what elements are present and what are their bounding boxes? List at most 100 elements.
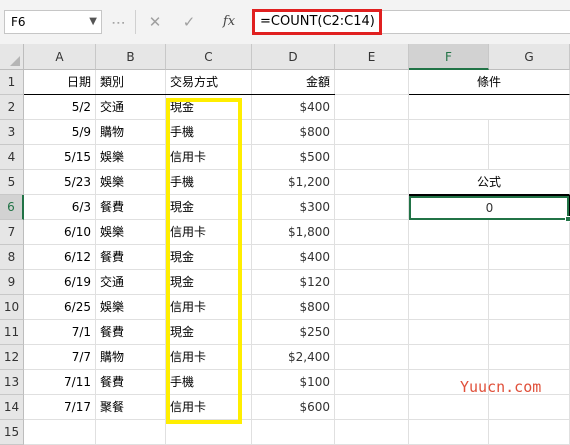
- cell[interactable]: [335, 420, 409, 445]
- header-category[interactable]: 類別: [96, 70, 166, 95]
- cell-method[interactable]: 現金: [166, 195, 252, 220]
- row-header-9[interactable]: 9: [0, 270, 24, 295]
- cell-amount[interactable]: $250: [252, 320, 335, 345]
- cancel-icon[interactable]: ✕: [142, 10, 168, 34]
- cell-method[interactable]: 信用卡: [166, 220, 252, 245]
- cell[interactable]: [489, 345, 570, 370]
- cell-method[interactable]: 現金: [166, 95, 252, 120]
- cell-date[interactable]: 7/17: [24, 395, 96, 420]
- row-header-5[interactable]: 5: [0, 170, 24, 195]
- cell[interactable]: [489, 395, 570, 420]
- cell-category[interactable]: 交通: [96, 95, 166, 120]
- name-box[interactable]: F6 ▼: [4, 10, 102, 34]
- cell-method[interactable]: 信用卡: [166, 395, 252, 420]
- cell[interactable]: [409, 420, 489, 445]
- cell-method[interactable]: 現金: [166, 245, 252, 270]
- cell[interactable]: [409, 120, 489, 145]
- cell[interactable]: [335, 145, 409, 170]
- cell-category[interactable]: 餐費: [96, 370, 166, 395]
- cell[interactable]: [335, 320, 409, 345]
- cell[interactable]: [335, 270, 409, 295]
- cell-date[interactable]: 6/25: [24, 295, 96, 320]
- cell[interactable]: [489, 245, 570, 270]
- cell[interactable]: [489, 220, 570, 245]
- cell[interactable]: [335, 370, 409, 395]
- column-header-d[interactable]: D: [252, 44, 335, 70]
- cell-amount[interactable]: $100: [252, 370, 335, 395]
- cell-category[interactable]: 購物: [96, 345, 166, 370]
- row-header-6[interactable]: 6: [0, 195, 24, 220]
- cell-date[interactable]: 6/19: [24, 270, 96, 295]
- cell[interactable]: [409, 395, 489, 420]
- cell[interactable]: [489, 420, 570, 445]
- cell[interactable]: [409, 320, 489, 345]
- cell-category[interactable]: 娛樂: [96, 170, 166, 195]
- formula-input[interactable]: =COUNT(C2:C14): [252, 9, 382, 35]
- cell-method[interactable]: 現金: [166, 270, 252, 295]
- cell[interactable]: [409, 345, 489, 370]
- cell-amount[interactable]: $400: [252, 245, 335, 270]
- cell-category[interactable]: 餐費: [96, 320, 166, 345]
- cell-amount[interactable]: $800: [252, 295, 335, 320]
- enter-icon[interactable]: ✓: [176, 10, 202, 34]
- header-method[interactable]: 交易方式: [166, 70, 252, 95]
- column-header-e[interactable]: E: [335, 44, 409, 70]
- chevron-down-icon[interactable]: ▼: [89, 11, 97, 33]
- cell-date[interactable]: 5/9: [24, 120, 96, 145]
- cell[interactable]: [409, 220, 489, 245]
- cell-method[interactable]: 信用卡: [166, 295, 252, 320]
- cell-date[interactable]: 7/7: [24, 345, 96, 370]
- row-header-11[interactable]: 11: [0, 320, 24, 345]
- fill-handle[interactable]: [565, 216, 570, 222]
- cell-method[interactable]: 手機: [166, 120, 252, 145]
- cell[interactable]: [335, 295, 409, 320]
- row-header-12[interactable]: 12: [0, 345, 24, 370]
- cell-date[interactable]: 6/12: [24, 245, 96, 270]
- cell-date[interactable]: 7/1: [24, 320, 96, 345]
- cell-amount[interactable]: $400: [252, 95, 335, 120]
- cell[interactable]: [409, 270, 489, 295]
- cell-amount[interactable]: $500: [252, 145, 335, 170]
- cell-date[interactable]: 6/10: [24, 220, 96, 245]
- cell-amount[interactable]: $2,400: [252, 345, 335, 370]
- cell[interactable]: [335, 245, 409, 270]
- cell-amount[interactable]: $600: [252, 395, 335, 420]
- row-header-15[interactable]: 15: [0, 420, 24, 445]
- cell-date[interactable]: 7/11: [24, 370, 96, 395]
- cell[interactable]: [166, 420, 252, 445]
- cell-category[interactable]: 交通: [96, 270, 166, 295]
- column-header-b[interactable]: B: [96, 44, 166, 70]
- cell-method[interactable]: 信用卡: [166, 145, 252, 170]
- row-header-2[interactable]: 2: [0, 95, 24, 120]
- cell-amount[interactable]: $300: [252, 195, 335, 220]
- row-header-10[interactable]: 10: [0, 295, 24, 320]
- cell-method[interactable]: 現金: [166, 320, 252, 345]
- cell-date[interactable]: 6/3: [24, 195, 96, 220]
- cell-amount[interactable]: $1,200: [252, 170, 335, 195]
- cell-amount[interactable]: $1,800: [252, 220, 335, 245]
- cell[interactable]: [335, 170, 409, 195]
- cell[interactable]: [409, 145, 489, 170]
- cell[interactable]: [96, 420, 166, 445]
- row-header-14[interactable]: 14: [0, 395, 24, 420]
- cell-method[interactable]: 手機: [166, 370, 252, 395]
- cell-date[interactable]: 5/2: [24, 95, 96, 120]
- cell-method[interactable]: 信用卡: [166, 345, 252, 370]
- column-header-g[interactable]: G: [489, 44, 570, 70]
- cell-category[interactable]: 娛樂: [96, 220, 166, 245]
- cell[interactable]: [252, 420, 335, 445]
- cell[interactable]: [335, 395, 409, 420]
- condition-label[interactable]: 條件: [409, 70, 570, 95]
- cell[interactable]: [335, 195, 409, 220]
- cell[interactable]: [409, 245, 489, 270]
- formula-label[interactable]: 公式: [409, 170, 570, 195]
- column-header-a[interactable]: A: [24, 44, 96, 70]
- cell[interactable]: [335, 220, 409, 245]
- cell[interactable]: [489, 145, 570, 170]
- cell[interactable]: [335, 70, 409, 95]
- cell[interactable]: [489, 320, 570, 345]
- cell-category[interactable]: 聚餐: [96, 395, 166, 420]
- cell[interactable]: [24, 420, 96, 445]
- header-amount[interactable]: 金額: [252, 70, 335, 95]
- cell[interactable]: [335, 95, 409, 120]
